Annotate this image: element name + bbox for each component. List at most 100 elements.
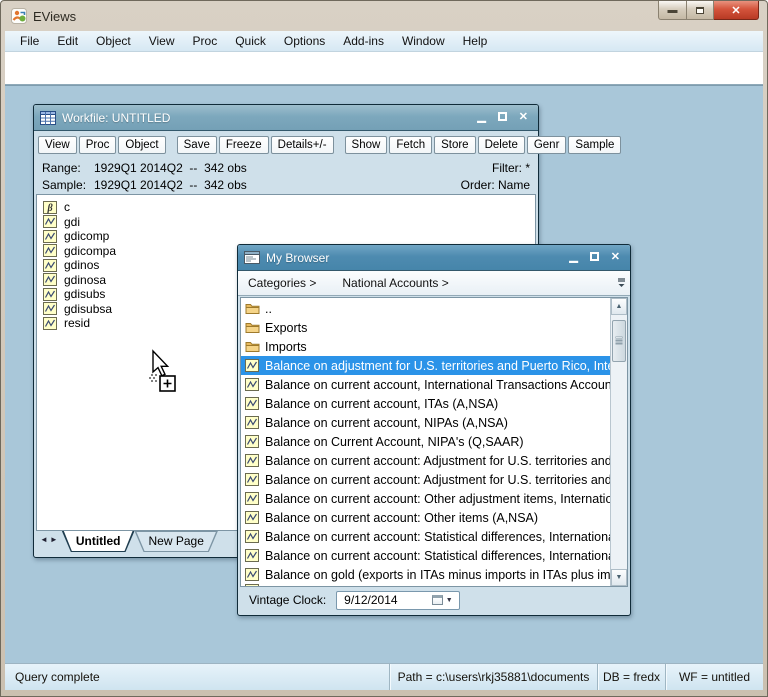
browser-series-item[interactable]: Balance on current account: Other adjust… (241, 489, 610, 508)
command-window[interactable] (5, 52, 763, 85)
tab-scroll-left-button[interactable]: ◄ (40, 535, 48, 544)
menu-file[interactable]: File (11, 32, 48, 50)
item-label: Imports (265, 340, 307, 354)
item-label: Balance on current account, ITAs (A,NSA) (265, 397, 498, 411)
browser-minimize-button[interactable]: ▁ (569, 252, 577, 263)
series-icon (245, 549, 259, 562)
menu-object[interactable]: Object (87, 32, 140, 50)
series-icon (245, 492, 259, 505)
object-name: gdinos (64, 258, 99, 272)
item-label: Balance on adjustment for U.S. territori… (265, 359, 610, 373)
series-icon (43, 215, 57, 228)
menu-quick[interactable]: Quick (226, 32, 275, 50)
folder-icon (245, 321, 260, 334)
menu-proc[interactable]: Proc (184, 32, 227, 50)
sample-button[interactable]: Sample (568, 136, 621, 154)
tab-scroll-right-button[interactable]: ► (50, 535, 58, 544)
filter-value: Filter: * (492, 161, 530, 175)
vintage-calendar-button[interactable]: ▼ (426, 593, 458, 608)
fetch-button[interactable]: Fetch (389, 136, 432, 154)
menu-window[interactable]: Window (393, 32, 454, 50)
menu-view[interactable]: View (140, 32, 184, 50)
item-label: Balance on Current Account, NIPA's (Q,SA… (265, 435, 524, 449)
series-icon (43, 230, 57, 243)
series-icon (245, 454, 259, 467)
browser-close-button[interactable]: ✕ (611, 252, 620, 263)
menu-addins[interactable]: Add-ins (334, 32, 393, 50)
browser-series-item[interactable]: Balance on current account, NIPAs (A,NSA… (241, 413, 610, 432)
save-button[interactable]: Save (177, 136, 217, 154)
scrollbar-down-button[interactable]: ▼ (611, 569, 627, 586)
workfile-minimize-button[interactable]: ▁ (477, 112, 485, 123)
item-label: .. (265, 302, 272, 316)
status-wf[interactable]: WF = untitled (665, 664, 763, 690)
close-button[interactable]: ✕ (714, 1, 759, 20)
status-bar: Query complete Path = c:\users\rkj35881\… (5, 663, 763, 690)
workfile-titlebar[interactable]: Workfile: UNTITLED ▁ ✕ (34, 105, 538, 131)
breadcrumb-expand-button[interactable] (614, 275, 628, 291)
item-label: Balance on current account, NIPAs (A,NSA… (265, 416, 508, 430)
browser-series-item[interactable]: Balance on current account: Adjustment f… (241, 470, 610, 489)
scrollbar-up-button[interactable]: ▲ (611, 298, 627, 315)
page-tab-newpage[interactable]: New Page (135, 531, 218, 552)
browser-series-item[interactable]: Balance on adjustment for U.S. territori… (241, 356, 610, 375)
item-label: Exports (265, 321, 307, 335)
minimize-button[interactable]: ▬ (658, 1, 687, 20)
browser-icon (244, 251, 260, 264)
workfile-object-row[interactable]: βc (43, 200, 535, 215)
view-button[interactable]: View (38, 136, 77, 154)
browser-folder-item[interactable]: .. (241, 299, 610, 318)
browser-series-item[interactable]: Balance on current account: Adjustment f… (241, 451, 610, 470)
maximize-button[interactable] (687, 1, 714, 20)
breadcrumb-national-accounts[interactable]: National Accounts > (342, 276, 448, 290)
eviews-application-window: EViews ▬ ✕ FileEditObjectViewProcQuickOp… (0, 0, 768, 697)
store-button[interactable]: Store (434, 136, 476, 154)
freeze-button[interactable]: Freeze (219, 136, 269, 154)
vintage-date-field[interactable]: 9/12/2014 ▼ (336, 591, 460, 610)
browser-maximize-button[interactable] (590, 252, 599, 261)
proc-button[interactable]: Proc (79, 136, 117, 154)
scrollbar-thumb[interactable] (612, 320, 626, 362)
browser-series-item[interactable]: Balance on current account: Statistical … (241, 546, 610, 565)
series-icon (43, 302, 57, 315)
item-label: Balance on current account: Adjustment f… (265, 473, 610, 487)
delete-button[interactable]: Delete (478, 136, 525, 154)
browser-series-item[interactable]: Balance on Current Account, NIPA's (Q,SA… (241, 432, 610, 451)
toolbar-button-group: ViewProcObject (38, 136, 168, 154)
menu-bar: FileEditObjectViewProcQuickOptionsAdd-in… (5, 31, 763, 52)
coef-icon: β (43, 201, 57, 214)
workfile-object-row[interactable]: gdi (43, 215, 535, 230)
browser-folder-item[interactable]: Exports (241, 318, 610, 337)
sample-value[interactable]: 1929Q1 2014Q2 -- 342 obs (94, 178, 247, 192)
workfile-title: Workfile: UNTITLED (62, 111, 477, 125)
browser-titlebar[interactable]: My Browser ▁ ✕ (238, 245, 630, 271)
show-button[interactable]: Show (345, 136, 388, 154)
workfile-maximize-button[interactable] (498, 112, 507, 121)
breadcrumb-categories[interactable]: Categories > (248, 276, 316, 290)
status-message: Query complete (5, 670, 389, 684)
browser-series-item[interactable]: Balance on gold (exports in ITAs minus i… (241, 565, 610, 584)
workfile-object-row[interactable]: gdicomp (43, 229, 535, 244)
browser-series-item[interactable]: Balance on current account, Internationa… (241, 375, 610, 394)
genr-button[interactable]: Genr (527, 136, 567, 154)
menu-edit[interactable]: Edit (48, 32, 87, 50)
browser-folder-item[interactable]: Imports (241, 337, 610, 356)
maximize-icon (696, 7, 704, 14)
page-tab-untitled[interactable]: Untitled (62, 531, 135, 552)
menu-help[interactable]: Help (454, 32, 497, 50)
series-icon (43, 317, 57, 330)
workfile-close-button[interactable]: ✕ (519, 112, 528, 123)
object-button[interactable]: Object (118, 136, 165, 154)
browser-scrollbar[interactable]: ▲ ▼ (610, 298, 627, 586)
main-titlebar: EViews ▬ ✕ (1, 1, 767, 31)
browser-series-item[interactable]: Balance on current account, ITAs (A,NSA) (241, 394, 610, 413)
menu-options[interactable]: Options (275, 32, 334, 50)
series-icon (245, 397, 259, 410)
calendar-icon (432, 595, 443, 605)
browser-series-item[interactable]: Balance on current account: Other items … (241, 508, 610, 527)
order-value[interactable]: Order: Name (461, 178, 530, 192)
status-path[interactable]: Path = c:\users\rkj35881\documents (389, 664, 597, 690)
details-button[interactable]: Details+/- (271, 136, 334, 154)
status-db[interactable]: DB = fredx (597, 664, 665, 690)
browser-series-item[interactable]: Balance on current account: Statistical … (241, 527, 610, 546)
